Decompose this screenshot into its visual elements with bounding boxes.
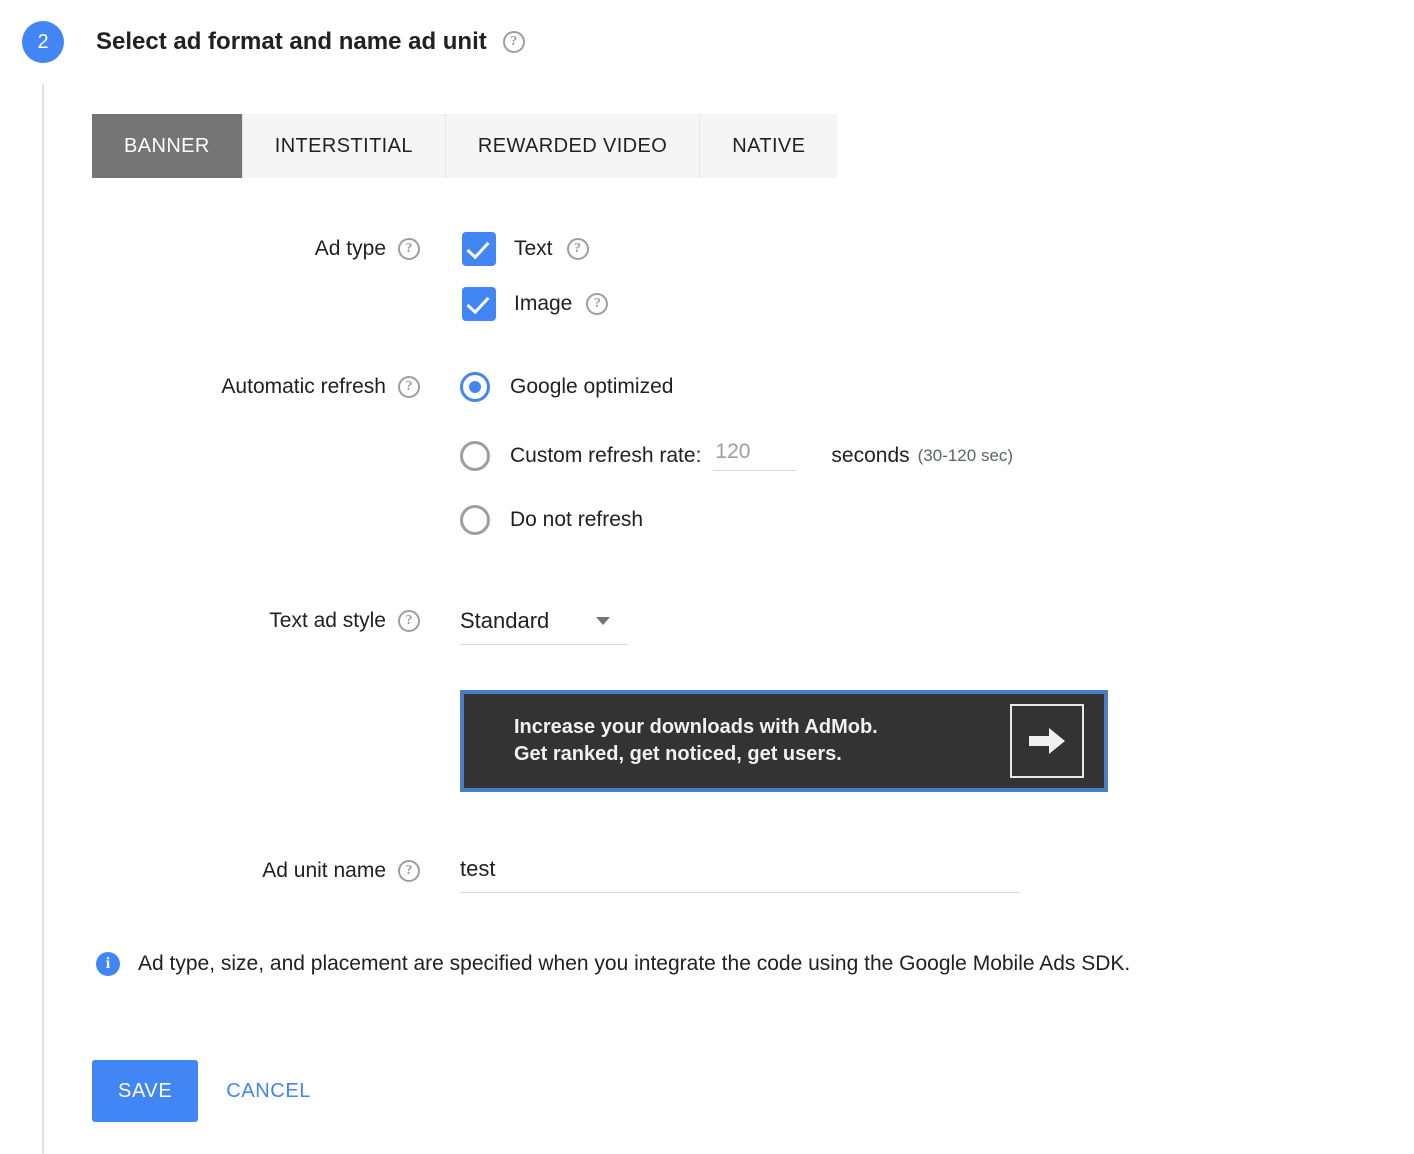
help-icon[interactable]: ? — [398, 376, 420, 398]
help-icon[interactable]: ? — [398, 238, 420, 260]
save-button[interactable]: SAVE — [92, 1060, 198, 1122]
ad-preview-text: Increase your downloads with AdMob. Get … — [514, 714, 878, 768]
ad-preview-cta-button[interactable] — [1010, 704, 1084, 778]
ad-type-option-text[interactable]: Text ? — [462, 232, 589, 266]
automatic-refresh-label: Automatic refresh ? — [120, 372, 420, 402]
page-title: Select ad format and name ad unit ? — [64, 28, 525, 56]
cancel-button[interactable]: CANCEL — [226, 1080, 311, 1103]
text-ad-style-select[interactable]: Standard — [460, 608, 628, 645]
custom-refresh-rate-input[interactable] — [713, 440, 797, 471]
radio-custom-refresh-rate-label: Custom refresh rate: — [510, 444, 701, 468]
radio-custom-refresh-rate[interactable] — [460, 441, 490, 471]
info-icon: i — [96, 952, 120, 976]
arrow-right-icon — [1027, 725, 1067, 757]
radio-do-not-refresh[interactable] — [460, 505, 490, 535]
automatic-refresh-label-text: Automatic refresh — [221, 375, 386, 399]
info-note-text: Ad type, size, and placement are specifi… — [138, 952, 1130, 976]
radio-google-optimized[interactable] — [460, 372, 490, 402]
help-icon[interactable]: ? — [503, 31, 525, 53]
refresh-option-google-optimized[interactable]: Google optimized — [460, 372, 673, 402]
refresh-option-custom-rate[interactable]: Custom refresh rate: seconds (30-120 sec… — [460, 440, 1013, 471]
radio-do-not-refresh-label: Do not refresh — [510, 508, 643, 532]
tab-native[interactable]: NATIVE — [700, 114, 837, 178]
ad-unit-name-label-text: Ad unit name — [262, 859, 386, 883]
seconds-label: seconds — [831, 444, 909, 468]
step-number-badge: 2 — [22, 21, 64, 63]
help-icon[interactable]: ? — [586, 293, 608, 315]
checkbox-text-label: Text — [514, 237, 553, 261]
tab-interstitial[interactable]: INTERSTITIAL — [243, 114, 446, 178]
step-connector-line — [42, 84, 44, 1154]
ad-type-option-image[interactable]: Image ? — [462, 287, 608, 321]
ad-preview-line-1: Increase your downloads with AdMob. — [514, 714, 878, 741]
checkbox-image-label: Image — [514, 292, 572, 316]
ad-unit-name-label: Ad unit name ? — [120, 856, 420, 886]
form-actions: SAVE CANCEL — [92, 1060, 311, 1122]
page-title-text: Select ad format and name ad unit — [96, 28, 487, 56]
tab-rewarded-video[interactable]: REWARDED VIDEO — [446, 114, 700, 178]
text-ad-style-label: Text ad style ? — [120, 606, 420, 636]
tab-banner[interactable]: BANNER — [92, 114, 243, 178]
ad-unit-name-input[interactable] — [460, 856, 1020, 882]
help-icon[interactable]: ? — [398, 860, 420, 882]
text-ad-style-label-text: Text ad style — [269, 609, 386, 633]
info-note: i Ad type, size, and placement are speci… — [96, 952, 1130, 976]
ad-preview-line-2: Get ranked, get noticed, get users. — [514, 741, 878, 768]
chevron-down-icon[interactable] — [596, 617, 610, 625]
ad-format-tabs: BANNER INTERSTITIAL REWARDED VIDEO NATIV… — [92, 114, 837, 178]
ad-unit-name-field-wrap — [460, 856, 1020, 893]
checkbox-image[interactable] — [462, 287, 496, 321]
help-icon[interactable]: ? — [567, 238, 589, 260]
step-header: 2 Select ad format and name ad unit ? — [0, 0, 525, 84]
refresh-option-do-not-refresh[interactable]: Do not refresh — [460, 505, 643, 535]
checkbox-text[interactable] — [462, 232, 496, 266]
ad-type-label: Ad type ? — [120, 232, 420, 266]
ad-preview: Increase your downloads with AdMob. Get … — [460, 690, 1108, 792]
ad-type-label-text: Ad type — [315, 237, 386, 261]
radio-google-optimized-label: Google optimized — [510, 375, 673, 399]
help-icon[interactable]: ? — [398, 610, 420, 632]
seconds-range-hint: (30-120 sec) — [918, 446, 1013, 466]
text-ad-style-selected-value: Standard — [460, 608, 549, 634]
